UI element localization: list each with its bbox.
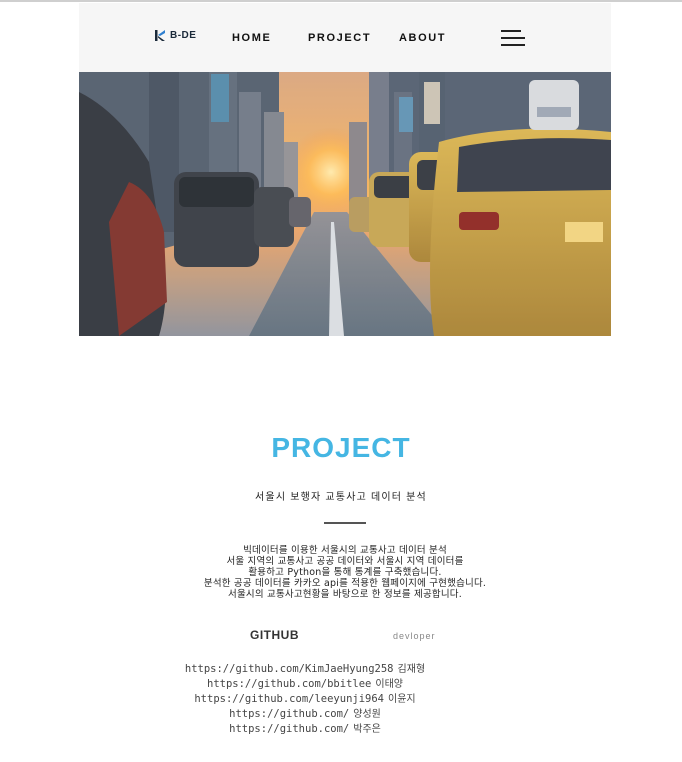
- top-border: [0, 0, 682, 2]
- list-item: https://github.com/박주은: [0, 722, 610, 737]
- navbar: B-DE HOME PROJECT ABOUT: [79, 3, 611, 72]
- project-description: 빅데이터를 이용한 서울시의 교통사고 데이터 분석 서울 지역의 교통사고 공…: [100, 545, 590, 600]
- description-line: 분석한 공공 데이터를 카카오 api를 적용한 웹페이지에 구현했습니다.: [203, 578, 487, 589]
- description-line: 서울시의 교통사고현황을 바탕으로 한 정보를 제공합니다.: [228, 589, 462, 600]
- logo-icon: [154, 29, 167, 42]
- description-line: 서울 지역의 교통사고 공공 데이터와 서울시 지역 데이터를: [226, 556, 464, 567]
- project-title: PROJECT: [271, 432, 411, 463]
- developer-label: devloper: [393, 631, 436, 641]
- logo[interactable]: B-DE: [154, 29, 196, 42]
- logo-text: B-DE: [170, 30, 197, 41]
- developer-name: 이윤지: [388, 694, 416, 705]
- list-item: https://github.com/양성원: [0, 707, 610, 722]
- nav-home-link[interactable]: HOME: [232, 32, 271, 44]
- github-link[interactable]: https://github.com/KimJaeHyung258: [185, 663, 394, 675]
- nav-about-link[interactable]: ABOUT: [399, 32, 446, 44]
- developer-name: 이태양: [375, 679, 403, 690]
- hero-image: [79, 72, 611, 336]
- list-item: https://github.com/leeyunji964 이윤지: [0, 692, 610, 707]
- github-link[interactable]: https://github.com/: [229, 708, 349, 720]
- description-line: 빅데이터를 이용한 서울시의 교통사고 데이터 분석: [243, 545, 447, 556]
- list-item: https://github.com/bbitlee 이태양: [0, 677, 610, 692]
- developer-name: 김재형: [397, 664, 426, 675]
- hamburger-menu-icon[interactable]: [501, 30, 525, 48]
- page-container: B-DE HOME PROJECT ABOUT: [79, 3, 611, 336]
- list-item: https://github.com/KimJaeHyung258 김재형: [0, 662, 610, 677]
- divider: [324, 522, 366, 524]
- description-line: 활용하고 Python을 통해 통계를 구축했습니다.: [248, 567, 442, 578]
- developer-name: 박주은: [353, 724, 381, 735]
- github-link[interactable]: https://github.com/: [229, 723, 349, 735]
- github-link[interactable]: https://github.com/leeyunji964: [194, 693, 384, 705]
- github-title: GITHUB: [250, 628, 299, 642]
- nav-project-link[interactable]: PROJECT: [308, 32, 371, 44]
- github-links: https://github.com/KimJaeHyung258 김재형 htt…: [0, 662, 610, 737]
- project-subtitle: 서울시 보행자 교통사고 데이터 분석: [255, 492, 427, 503]
- developer-name: 양성원: [353, 709, 381, 720]
- github-link[interactable]: https://github.com/bbitlee: [207, 678, 371, 690]
